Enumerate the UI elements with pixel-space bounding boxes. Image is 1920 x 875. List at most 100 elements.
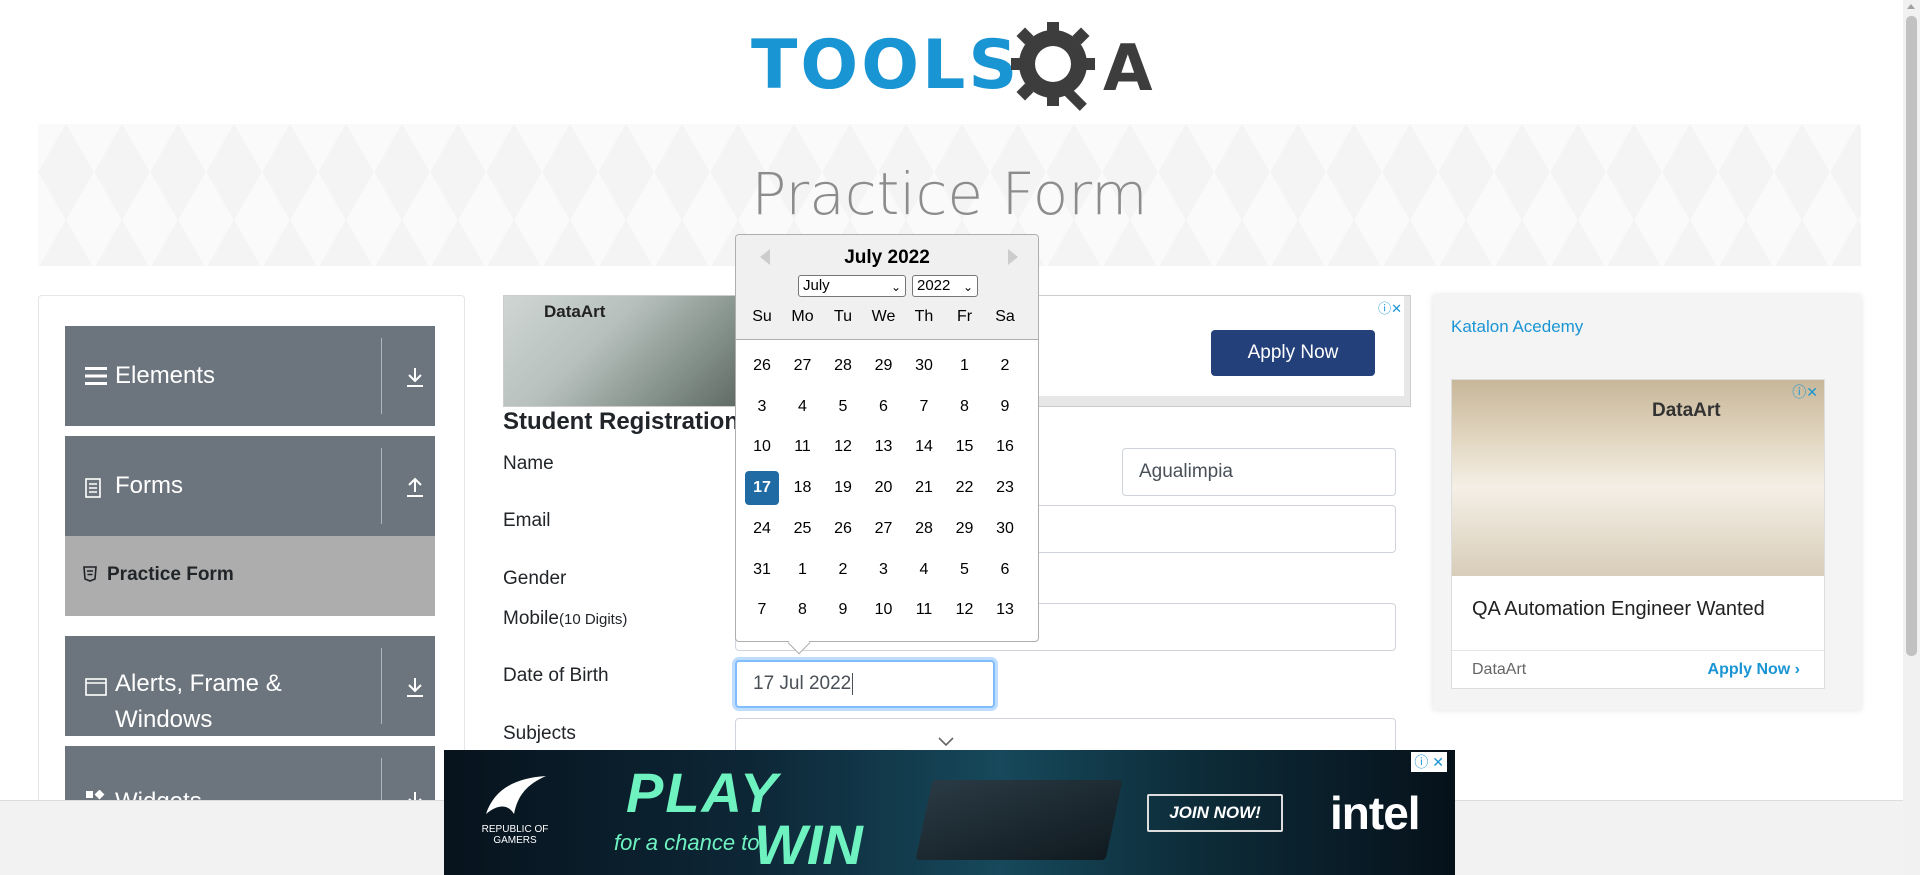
calendar-day[interactable]: 21 <box>907 471 941 505</box>
form-heading: Student Registration <box>503 408 740 435</box>
calendar-day[interactable]: 5 <box>948 553 982 587</box>
datepicker-header: July 2022 July ⌄ 2022 ⌄ Su Mo Tu We Th Fr Sa <box>736 235 1038 340</box>
sidebar-item-practice-form[interactable]: Practice Form <box>65 536 435 616</box>
calendar-day[interactable]: 3 <box>867 553 901 587</box>
next-month-icon[interactable] <box>1008 249 1018 265</box>
calendar-day[interactable]: 13 <box>867 430 901 464</box>
calendar-day[interactable]: 6 <box>988 553 1022 587</box>
text-cursor <box>852 673 854 695</box>
sidebar: Elements Forms Practice Form Alerts, Fra… <box>38 295 465 816</box>
mobile-label-text: Mobile <box>503 608 559 629</box>
calendar-day[interactable]: 12 <box>948 593 982 627</box>
chevron-down-icon: ⌄ <box>890 280 901 294</box>
calendar-day[interactable]: 10 <box>745 430 779 464</box>
calendar-day[interactable]: 4 <box>907 553 941 587</box>
calendar-day[interactable]: 20 <box>867 471 901 505</box>
calendar-day[interactable]: 28 <box>907 512 941 546</box>
sidebar-group-elements[interactable]: Elements <box>65 326 435 426</box>
calendar-day[interactable]: 11 <box>907 593 941 627</box>
calendar-day[interactable]: 30 <box>907 349 941 383</box>
calendar-day[interactable]: 25 <box>786 512 820 546</box>
calendar-day[interactable]: 27 <box>786 349 820 383</box>
calendar-day[interactable]: 8 <box>786 593 820 627</box>
scrollbar-thumb[interactable] <box>1906 16 1917 656</box>
calendar-day[interactable]: 2 <box>988 349 1022 383</box>
sidebar-group-forms[interactable]: Forms <box>65 436 435 536</box>
right-ad[interactable]: Katalon Acedemy DataArt ⓘ✕ QA Automation… <box>1433 295 1861 710</box>
last-name-value: Agualimpia <box>1139 461 1233 482</box>
chevron-down-icon <box>938 737 954 747</box>
name-label: Name <box>503 453 554 474</box>
calendar-day[interactable]: 31 <box>745 553 779 587</box>
calendar-day[interactable]: 18 <box>786 471 820 505</box>
weekday-label: We <box>871 308 896 325</box>
calendar-day[interactable]: 2 <box>826 553 860 587</box>
calendar-day[interactable]: 28 <box>826 349 860 383</box>
group-divider <box>381 758 382 804</box>
calendar-day[interactable]: 5 <box>826 390 860 424</box>
calendar-day[interactable]: 16 <box>988 430 1022 464</box>
calendar-day[interactable]: 17 <box>745 471 779 506</box>
calendar-day[interactable]: 3 <box>745 390 779 424</box>
calendar-day[interactable]: 26 <box>745 349 779 383</box>
calendar-day[interactable]: 1 <box>948 349 982 383</box>
ad-card-title[interactable]: QA Automation Engineer Wanted <box>1472 598 1765 621</box>
last-name-input[interactable]: Agualimpia <box>1122 448 1396 496</box>
calendar-day[interactable]: 7 <box>745 593 779 627</box>
calendar-day[interactable]: 1 <box>786 553 820 587</box>
calendar-day[interactable]: 14 <box>907 430 941 464</box>
ad-win-text: WIN <box>754 813 863 875</box>
ad-card[interactable]: DataArt ⓘ✕ QA Automation Engineer Wanted… <box>1451 379 1825 689</box>
calendar-day[interactable]: 11 <box>786 430 820 464</box>
year-select[interactable]: 2022 ⌄ <box>912 275 978 297</box>
rog-logo-icon <box>486 776 546 814</box>
calendar-day[interactable]: 19 <box>826 471 860 505</box>
sidebar-group-label-line2: Windows <box>115 706 213 733</box>
calendar-day[interactable]: 9 <box>988 390 1022 424</box>
calendar-day[interactable]: 30 <box>988 512 1022 546</box>
ad-brand: DataArt <box>544 302 606 321</box>
ad-cta-link[interactable]: Apply Now › <box>1708 661 1800 679</box>
calendar-day[interactable]: 15 <box>948 430 982 464</box>
ad-apply-button[interactable]: Apply Now <box>1211 330 1375 376</box>
calendar-day[interactable]: 27 <box>867 512 901 546</box>
calendar-day[interactable]: 4 <box>786 390 820 424</box>
calendar-day[interactable]: 29 <box>948 512 982 546</box>
calendar-day[interactable]: 22 <box>948 471 982 505</box>
group-divider <box>381 448 382 524</box>
join-now-button[interactable]: JOIN NOW! <box>1147 794 1283 832</box>
chevron-down-icon: ⌄ <box>962 280 973 294</box>
page-scrollbar[interactable] <box>1903 0 1920 875</box>
html5-icon <box>83 566 97 582</box>
weekday-label: Fr <box>956 308 973 325</box>
calendar-day[interactable]: 29 <box>867 349 901 383</box>
ad-info-close-icon[interactable]: ⓘ ✕ <box>1411 752 1447 772</box>
ad-info-close-icon[interactable]: ⓘ✕ <box>1792 382 1818 402</box>
ad-info-close-icon[interactable]: ⓘ✕ <box>1378 298 1402 317</box>
calendar-day[interactable]: 13 <box>988 593 1022 627</box>
datepicker-title: July 2022 <box>844 247 930 268</box>
scroll-up-icon[interactable] <box>1907 4 1915 9</box>
calendar-day[interactable]: 26 <box>826 512 860 546</box>
month-select[interactable]: July ⌄ <box>798 275 906 297</box>
calendar-day[interactable]: 23 <box>988 471 1022 505</box>
weekday-label: Th <box>914 308 934 325</box>
dob-label: Date of Birth <box>503 665 609 686</box>
calendar-day[interactable]: 9 <box>826 593 860 627</box>
sidebar-group-alerts[interactable]: Alerts, Frame & Windows <box>65 636 435 736</box>
ad-photo: DataArt ⓘ✕ <box>1452 380 1824 576</box>
calendar-day[interactable]: 8 <box>948 390 982 424</box>
dob-input[interactable]: 17 Jul 2022 <box>735 660 995 708</box>
bottom-ad-banner[interactable]: REPUBLIC OF GAMERS PLAY for a chance to … <box>444 750 1455 875</box>
chevron-right-icon: › <box>1794 661 1800 678</box>
document-icon <box>85 478 101 498</box>
calendar-day[interactable]: 24 <box>745 512 779 546</box>
sidebar-group-label: Elements <box>115 362 216 389</box>
broken-image-link[interactable]: Katalon Acedemy <box>1451 317 1583 337</box>
calendar-day[interactable]: 10 <box>867 593 901 627</box>
ad-photo: DataArt <box>504 296 736 406</box>
calendar-day[interactable]: 12 <box>826 430 860 464</box>
toolsqa-logo[interactable]: TOOLS A <box>751 20 1153 112</box>
calendar-day[interactable]: 6 <box>867 390 901 424</box>
calendar-day[interactable]: 7 <box>907 390 941 424</box>
